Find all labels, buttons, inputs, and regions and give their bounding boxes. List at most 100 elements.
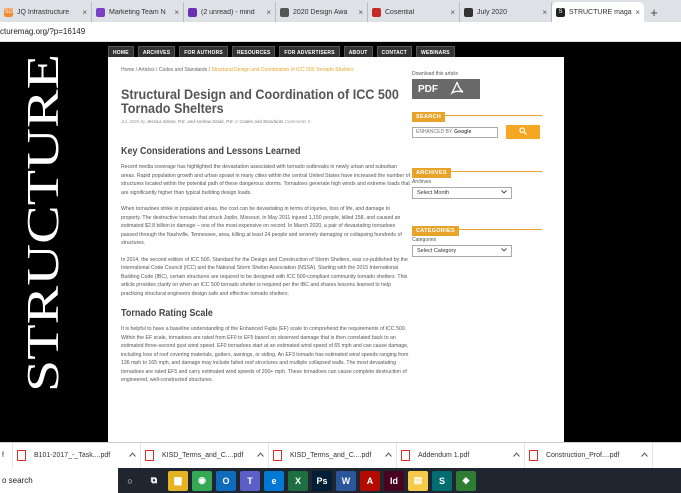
categories-heading-label: CATEGORIES (412, 226, 459, 236)
outlook-icon[interactable]: O (216, 470, 236, 491)
download-item[interactable]: KISD_Terms_and_C....pdf (269, 442, 397, 469)
search-button[interactable] (506, 125, 540, 139)
task-view-icon[interactable]: ⧉ (144, 471, 164, 491)
download-item[interactable]: Addendum 1.pdf (397, 442, 525, 469)
article-comments[interactable]: Comments 0 (284, 119, 311, 124)
browser-tab[interactable]: 2020 Design Awa × (276, 2, 368, 22)
download-item[interactable]: B101-2017_-_Task....pdf (13, 442, 141, 469)
sharepoint-icon[interactable]: S (432, 470, 452, 491)
paragraph-3: In 2014, the second edition of ICC 500, … (121, 256, 408, 297)
photoshop-icon[interactable]: Ps (312, 470, 332, 491)
tab-close-icon[interactable]: × (542, 8, 547, 17)
download-item-partial[interactable]: f (0, 442, 13, 469)
meta-by: by (139, 119, 147, 124)
tab-favicon-icon (280, 7, 289, 17)
search-heading-label: SEARCH (412, 112, 446, 122)
search-brand: Google (454, 129, 472, 135)
article-category-link[interactable]: Codes and Standards (240, 119, 284, 124)
pdf-file-icon (272, 450, 282, 461)
archives-select[interactable]: Select Month (412, 187, 512, 199)
address-bar[interactable]: cturemag.org/?p=16149 (0, 22, 681, 42)
pdf-file-icon (16, 450, 26, 461)
download-label: Download this article (412, 71, 459, 77)
browser-tab[interactable]: SD JQ Infrastructure × (0, 2, 92, 22)
section-heading-1: Key Considerations and Lessons Learned (121, 146, 301, 157)
download-item[interactable]: KISD_Terms_and_C....pdf (141, 442, 269, 469)
search-input[interactable]: ENHANCED BY Google (412, 126, 498, 138)
download-filename: B101-2017_-_Task....pdf (33, 452, 111, 459)
section-heading-2: Tornado Rating Scale (121, 308, 213, 319)
categories-select-value: Select Category (417, 248, 457, 254)
download-filename: Construction_Prof....pdf (545, 452, 620, 459)
archives-group: Archives Select Month (412, 179, 542, 199)
chevron-up-icon[interactable] (257, 452, 264, 459)
article-authors[interactable]: Jessica Simon, P.E. and Andrew Dziak, P.… (147, 119, 234, 124)
browser-tab[interactable]: (2 unread) - mind × (184, 2, 276, 22)
tab-close-icon[interactable]: × (635, 8, 640, 17)
tab-favicon-icon (188, 7, 197, 17)
breadcrumb-home[interactable]: Home (121, 67, 134, 73)
tab-close-icon[interactable]: × (266, 8, 271, 17)
indesign-icon[interactable]: Id (384, 470, 404, 491)
tab-label: Cosential (385, 8, 415, 16)
pdf-download-button[interactable]: PDF (412, 79, 480, 99)
tab-close-icon[interactable]: × (358, 8, 363, 17)
taskbar-search[interactable]: o search (0, 468, 118, 493)
tab-favicon-icon: S (556, 7, 565, 17)
download-filename: Addendum 1.pdf (417, 452, 470, 459)
structure-logo[interactable]: STRUCTURE (22, 50, 64, 392)
tab-label: Marketing Team N (109, 8, 166, 16)
chevron-up-icon[interactable] (129, 452, 136, 459)
tab-favicon-icon (96, 7, 105, 17)
content-area: Home / Articles / Codes and Standards / … (108, 57, 564, 447)
cortana-icon[interactable]: ○ (120, 471, 140, 491)
browser-tab[interactable]: Marketing Team N × (92, 2, 184, 22)
acrobat-icon[interactable]: A (360, 470, 380, 491)
breadcrumb-category[interactable]: Codes and Standards (159, 67, 207, 73)
archives-label: Archives (412, 179, 432, 185)
taskbar-search-text: o search (2, 476, 33, 485)
chevron-up-icon[interactable] (385, 452, 392, 459)
excel-icon[interactable]: X (288, 470, 308, 491)
pdf-file-icon (144, 450, 154, 461)
tab-close-icon[interactable]: × (450, 8, 455, 17)
chevron-down-icon (501, 190, 507, 196)
breadcrumb: Home / Articles / Codes and Standards / … (121, 67, 411, 73)
url-text[interactable]: cturemag.org/?p=16149 (0, 27, 85, 36)
archives-heading: ARCHIVES (412, 161, 542, 178)
tab-close-icon[interactable]: × (82, 8, 87, 17)
paragraph-2: When tornadoes strike in populated areas… (121, 206, 402, 246)
tab-label: (2 unread) - mind (201, 8, 255, 16)
new-tab-button[interactable]: + (646, 2, 662, 22)
pdf-file-icon (400, 450, 410, 461)
sticky-notes-icon[interactable]: ▤ (408, 470, 428, 491)
app-icon[interactable]: ◆ (456, 470, 476, 491)
breadcrumb-articles[interactable]: Articles (138, 67, 154, 73)
article-title: Structural Design and Coordination of IC… (121, 86, 399, 116)
archives-heading-label: ARCHIVES (412, 168, 451, 178)
chevron-up-icon[interactable] (513, 452, 520, 459)
chevron-up-icon[interactable] (641, 452, 648, 459)
tab-favicon-icon: SD (4, 7, 13, 17)
browser-tab[interactable]: Cosential × (368, 2, 460, 22)
tab-close-icon[interactable]: × (174, 8, 179, 17)
browser-tab[interactable]: July 2020 × (460, 2, 552, 22)
teams-icon[interactable]: T (240, 470, 260, 491)
browser-tab-strip: SD JQ Infrastructure × Marketing Team N × (2 … (0, 0, 681, 22)
download-item[interactable]: Construction_Prof....pdf (525, 442, 653, 469)
paragraph-1: Recent media coverage has highlighted th… (121, 164, 410, 196)
download-filename: KISD_Terms_and_C....pdf (161, 452, 244, 459)
breadcrumb-current: Structural Design and Coordination of IC… (211, 67, 354, 73)
acrobat-icon (450, 81, 464, 98)
file-explorer-icon[interactable]: ▆ (168, 470, 188, 491)
categories-group: Categories Select Category (412, 237, 542, 257)
paragraph-4: It is helpful to have a baseline underst… (121, 326, 409, 383)
word-icon[interactable]: W (336, 470, 356, 491)
archives-select-value: Select Month (417, 190, 450, 196)
edge-icon[interactable]: e (264, 470, 284, 491)
browser-tab[interactable]: S STRUCTURE maga × (552, 2, 644, 22)
chrome-icon[interactable]: ◉ (192, 470, 212, 491)
chevron-down-icon (501, 248, 507, 254)
pdf-label: PDF (418, 83, 438, 95)
categories-select[interactable]: Select Category (412, 245, 512, 257)
